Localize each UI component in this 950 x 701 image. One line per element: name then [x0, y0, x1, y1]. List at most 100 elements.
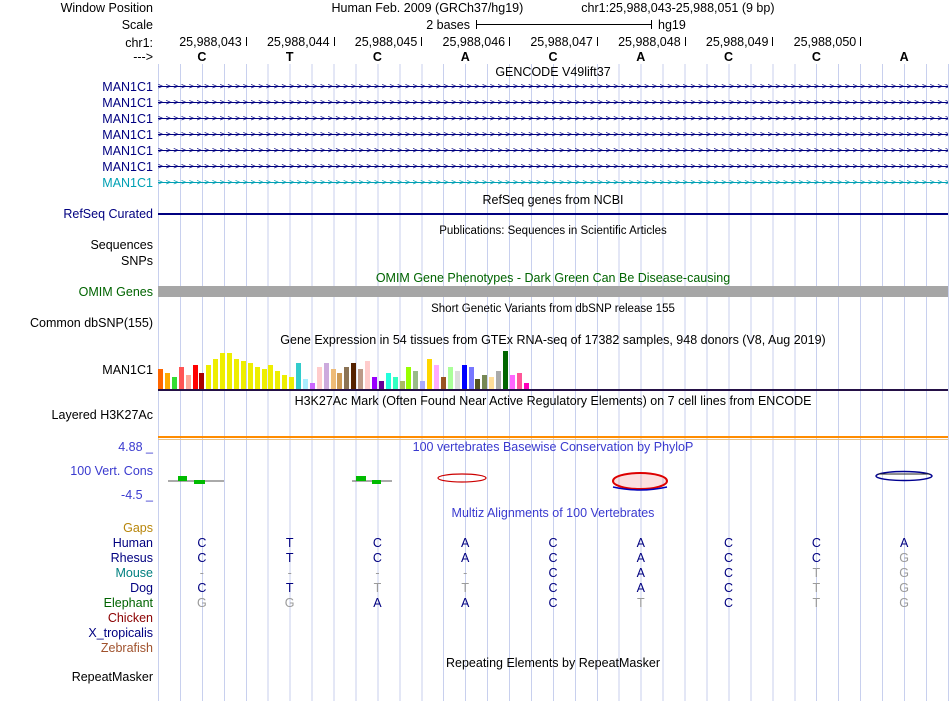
gtex-bar[interactable] — [227, 353, 232, 389]
ruler-base: C — [811, 50, 821, 64]
gene-transcript-line-5[interactable]: >>>>>>>>>>>>>>>>>>>>>>>>>>>>>>>>>>>>>>>>… — [158, 145, 948, 157]
gtex-bar[interactable] — [261, 369, 267, 389]
gtex-bar[interactable] — [468, 367, 474, 389]
gtex-bar[interactable] — [371, 377, 377, 389]
alignment-base-human-1: C — [197, 536, 207, 550]
gtex-gene-label[interactable]: MAN1C1 — [0, 363, 153, 377]
phylop-signal[interactable] — [158, 455, 948, 501]
gtex-bar[interactable] — [323, 363, 329, 389]
gtex-bar[interactable] — [158, 369, 163, 389]
gtex-bar[interactable] — [240, 361, 246, 389]
species-label-elephant[interactable]: Elephant — [0, 596, 153, 610]
gtex-bar[interactable] — [289, 377, 295, 389]
gtex-bar[interactable] — [447, 367, 453, 389]
gene-label-man1c1-1[interactable]: MAN1C1 — [0, 80, 153, 94]
gtex-bar[interactable] — [206, 365, 212, 389]
ruler-base: C — [724, 50, 734, 64]
refseq-transcript-line[interactable] — [158, 213, 948, 215]
gtex-bar[interactable] — [185, 375, 191, 389]
gtex-bar[interactable] — [164, 373, 170, 389]
gtex-bar[interactable] — [434, 365, 439, 389]
gtex-bar[interactable] — [482, 375, 488, 389]
gtex-bar[interactable] — [247, 363, 253, 389]
gtex-bar[interactable] — [344, 367, 350, 389]
gtex-bar[interactable] — [392, 377, 398, 389]
species-label-chicken[interactable]: Chicken — [0, 611, 153, 625]
gtex-bar[interactable] — [199, 373, 205, 389]
species-label-x_tropicalis[interactable]: X_tropicalis — [0, 626, 153, 640]
species-label-zebrafish[interactable]: Zebrafish — [0, 641, 153, 655]
species-label-human[interactable]: Human — [0, 536, 153, 550]
gtex-bar[interactable] — [489, 377, 495, 389]
gene-transcript-line-3[interactable]: >>>>>>>>>>>>>>>>>>>>>>>>>>>>>>>>>>>>>>>>… — [158, 113, 948, 125]
gtex-bar[interactable] — [427, 359, 433, 389]
alignment-base-elephant-7: C — [724, 596, 734, 610]
gene-transcript-line-2[interactable]: >>>>>>>>>>>>>>>>>>>>>>>>>>>>>>>>>>>>>>>>… — [158, 97, 948, 109]
gene-label-man1c1-3[interactable]: MAN1C1 — [0, 112, 153, 126]
gtex-bar[interactable] — [440, 377, 446, 389]
snps-label[interactable]: SNPs — [0, 254, 153, 268]
omim-genes-label[interactable]: OMIM Genes — [0, 285, 153, 299]
gtex-bar[interactable] — [461, 365, 467, 389]
gtex-bar[interactable] — [275, 371, 281, 389]
alignment-base-human-8: C — [811, 536, 821, 550]
refseq-curated-label[interactable]: RefSeq Curated — [0, 207, 153, 221]
gtex-bar[interactable] — [358, 369, 364, 389]
gtex-bar[interactable] — [220, 353, 226, 389]
gtex-bar[interactable] — [365, 361, 370, 389]
gtex-bar[interactable] — [178, 367, 184, 389]
gene-label-man1c1-2[interactable]: MAN1C1 — [0, 96, 153, 110]
gtex-bar[interactable] — [282, 375, 288, 389]
gtex-bar[interactable] — [406, 367, 412, 389]
gtex-bar[interactable] — [171, 377, 177, 389]
gtex-bar[interactable] — [254, 367, 260, 389]
layered-h3k27ac-label[interactable]: Layered H3K27Ac — [0, 408, 153, 422]
alignment-base-mouse-3: - — [375, 566, 380, 580]
gene-label-man1c1-5[interactable]: MAN1C1 — [0, 144, 153, 158]
gtex-bar[interactable] — [351, 363, 357, 389]
gtex-bar[interactable] — [330, 369, 336, 389]
gene-transcript-line-1[interactable]: >>>>>>>>>>>>>>>>>>>>>>>>>>>>>>>>>>>>>>>>… — [158, 81, 948, 93]
gtex-bar[interactable] — [475, 379, 481, 389]
gtex-bar[interactable] — [503, 351, 508, 389]
gtex-bar[interactable] — [268, 365, 274, 389]
gtex-bar[interactable] — [213, 359, 219, 389]
gene-label-man1c1-4[interactable]: MAN1C1 — [0, 128, 153, 142]
gtex-bar[interactable] — [192, 365, 198, 389]
phylop-track-label[interactable]: 100 Vert. Cons — [0, 464, 153, 478]
omim-gene-bar[interactable] — [158, 286, 948, 297]
gtex-bar[interactable] — [385, 373, 391, 389]
alignment-base-mouse-8: T — [812, 566, 821, 580]
gene-label-man1c1-6[interactable]: MAN1C1 — [0, 160, 153, 174]
gtex-bar[interactable] — [316, 367, 322, 389]
species-label-rhesus[interactable]: Rhesus — [0, 551, 153, 565]
h3k27ac-signal-line[interactable] — [158, 436, 948, 438]
sequences-label[interactable]: Sequences — [0, 238, 153, 252]
gtex-bar[interactable] — [302, 379, 308, 389]
gtex-bar[interactable] — [296, 363, 301, 389]
genome-browser-image[interactable]: Human Feb. 2009 (GRCh37/hg19) chr1:25,98… — [0, 0, 950, 701]
gtex-bar[interactable] — [420, 381, 426, 389]
gtex-bar[interactable] — [378, 381, 384, 389]
repeatmasker-label[interactable]: RepeatMasker — [0, 670, 153, 684]
gene-transcript-line-6[interactable]: >>>>>>>>>>>>>>>>>>>>>>>>>>>>>>>>>>>>>>>>… — [158, 161, 948, 173]
window-position-label: Window Position — [60, 1, 153, 15]
species-label-mouse[interactable]: Mouse — [0, 566, 153, 580]
gtex-baseline — [158, 389, 948, 391]
species-label-dog[interactable]: Dog — [0, 581, 153, 595]
gene-transcript-line-4[interactable]: >>>>>>>>>>>>>>>>>>>>>>>>>>>>>>>>>>>>>>>>… — [158, 129, 948, 141]
gtex-bar[interactable] — [399, 381, 405, 389]
gtex-bar[interactable] — [337, 373, 343, 389]
alignment-base-elephant-2: G — [284, 596, 295, 610]
gtex-bar[interactable] — [496, 371, 502, 389]
species-label-gaps[interactable]: Gaps — [0, 521, 153, 535]
gtex-bar[interactable] — [233, 359, 239, 389]
common-dbsnp-label[interactable]: Common dbSNP(155) — [0, 316, 153, 330]
gene-transcript-line-7[interactable]: >>>>>>>>>>>>>>>>>>>>>>>>>>>>>>>>>>>>>>>>… — [158, 177, 948, 189]
gene-label-man1c1-7[interactable]: MAN1C1 — [0, 176, 153, 190]
gtex-bar[interactable] — [413, 371, 419, 389]
gtex-bar[interactable] — [454, 371, 460, 389]
gtex-bar[interactable] — [509, 375, 515, 389]
alignment-base-dog-9: G — [899, 581, 909, 595]
gtex-bar[interactable] — [516, 373, 522, 389]
